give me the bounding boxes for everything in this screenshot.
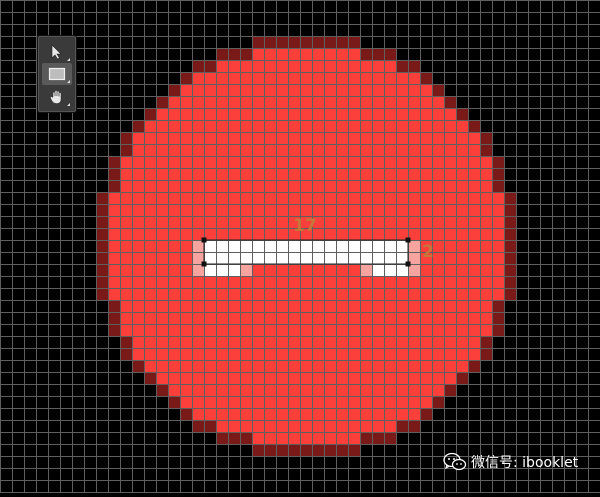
flyout-indicator-icon — [67, 58, 70, 61]
width-measurement-label: 17 — [293, 216, 317, 236]
anchor-point[interactable] — [201, 261, 207, 267]
height-measurement-label: 2 — [422, 242, 434, 262]
anchor-point[interactable] — [201, 237, 207, 243]
flyout-indicator-icon — [67, 103, 70, 106]
tool-hand[interactable] — [42, 86, 72, 108]
tool-rectangle[interactable] — [42, 63, 72, 85]
artwork — [0, 0, 600, 493]
flyout-indicator-icon — [67, 80, 70, 83]
pixel-grid-canvas[interactable] — [0, 0, 600, 493]
anchor-point[interactable] — [405, 237, 411, 243]
rectangle-icon — [48, 67, 66, 81]
arrow-cursor-icon — [51, 44, 62, 60]
anchor-point[interactable] — [405, 261, 411, 267]
wechat-icon — [443, 452, 467, 471]
tool-direct-selection[interactable] — [42, 41, 72, 63]
watermark-text: 微信号: ibooklet — [471, 455, 579, 471]
hand-icon — [50, 90, 62, 104]
tools-panel — [38, 36, 76, 112]
watermark: 微信号: ibooklet — [443, 452, 578, 472]
